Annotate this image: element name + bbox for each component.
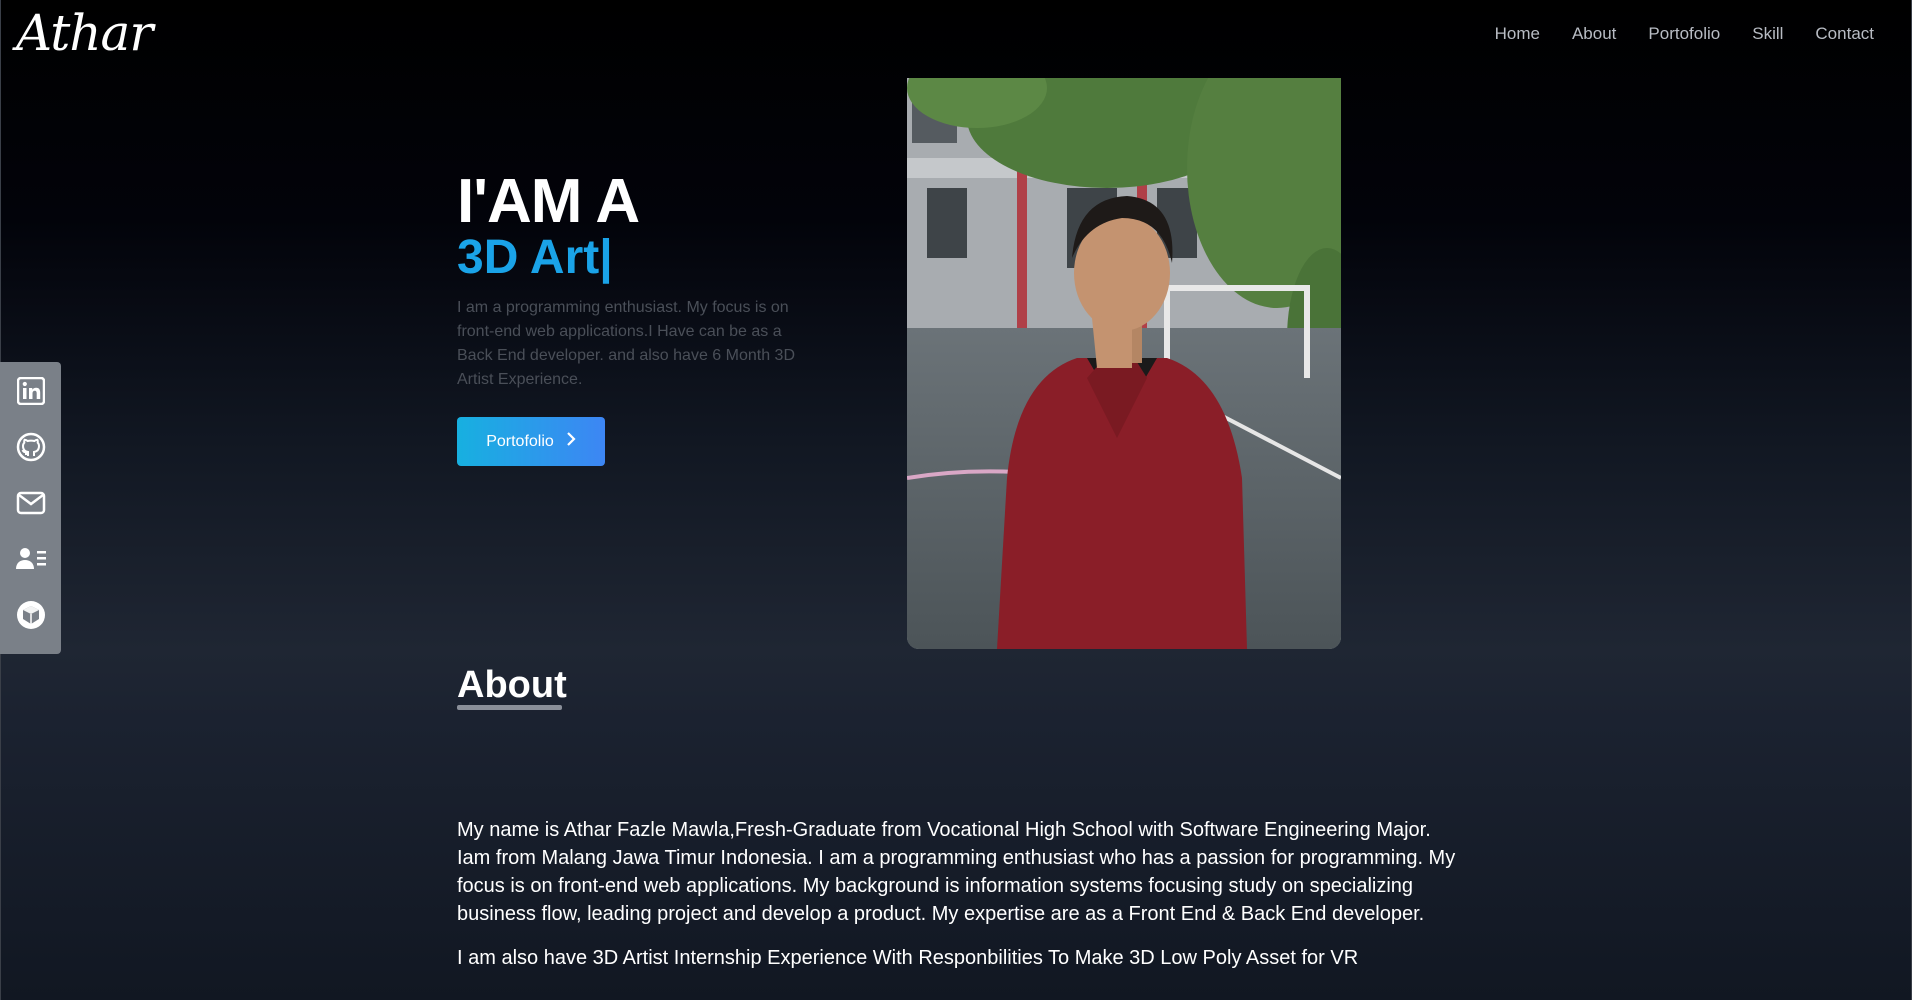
contact-card-icon[interactable] (15, 542, 47, 576)
hero-description: I am a programming enthusiast. My focus … (457, 299, 795, 388)
3d-box-icon[interactable] (15, 598, 47, 632)
portfolio-button-label: Portofolio (486, 432, 554, 450)
portfolio-button[interactable]: Portofolio (457, 417, 605, 466)
nav-contact[interactable]: Contact (1815, 24, 1874, 44)
linkedin-icon[interactable] (15, 374, 47, 408)
about-heading: About (457, 664, 567, 706)
about-paragraph-1: My name is Athar Fazle Mawla,Fresh-Gradu… (457, 819, 1456, 925)
profile-photo (907, 78, 1341, 649)
about-heading-underline (457, 705, 562, 710)
main-nav: Home About Portofolio Skill Contact (1495, 24, 1874, 44)
nav-home[interactable]: Home (1495, 24, 1540, 44)
about-paragraph-2: I am also have 3D Artist Internship Expe… (457, 947, 1359, 969)
hero-typing-subtitle: 3D Art| (457, 231, 613, 284)
site-logo[interactable]: Athar (16, 4, 153, 62)
chevron-right-icon (566, 432, 576, 451)
hero-title: I'AM A (457, 167, 640, 236)
nav-about[interactable]: About (1572, 24, 1616, 44)
social-sidebar (0, 362, 61, 654)
github-icon[interactable] (15, 430, 47, 464)
about-body: My name is Athar Fazle Mawla,Fresh-Gradu… (457, 816, 1457, 988)
mail-icon[interactable] (15, 486, 47, 520)
nav-skill[interactable]: Skill (1752, 24, 1783, 44)
nav-portofolio[interactable]: Portofolio (1648, 24, 1720, 44)
